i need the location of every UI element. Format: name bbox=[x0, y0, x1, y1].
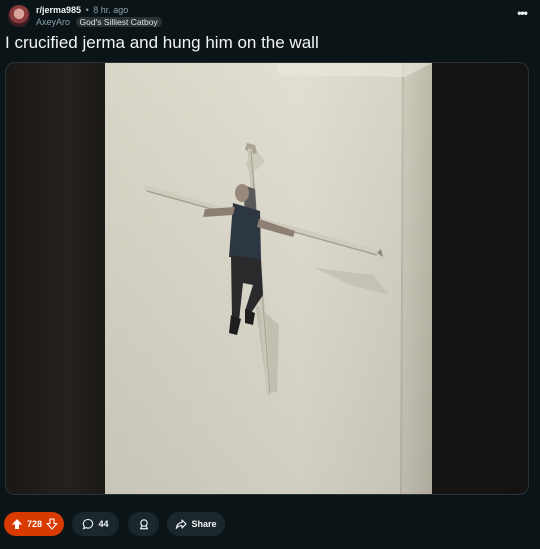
crucifix-photo bbox=[105, 63, 432, 494]
comment-bubble-icon bbox=[82, 518, 94, 530]
post-meta-top: r/jerma985 • 8 hr. ago bbox=[36, 5, 128, 16]
award-icon bbox=[138, 518, 150, 530]
upvote-count: 728 bbox=[27, 519, 43, 529]
author-username[interactable]: AxeyAro bbox=[36, 17, 70, 27]
subreddit-avatar[interactable] bbox=[8, 5, 30, 27]
award-button[interactable] bbox=[128, 512, 159, 536]
share-button[interactable]: Share bbox=[167, 512, 225, 536]
more-options-icon[interactable]: ••• bbox=[514, 7, 530, 23]
post-title[interactable]: I crucified jerma and hung him on the wa… bbox=[5, 33, 319, 53]
post-media[interactable] bbox=[5, 62, 529, 495]
post-time: 8 hr. ago bbox=[93, 5, 129, 15]
downvote-arrow-icon[interactable] bbox=[46, 518, 58, 530]
share-label: Share bbox=[191, 519, 217, 529]
user-flair: God's Silliest Catboy bbox=[75, 17, 162, 27]
subreddit-link[interactable]: r/jerma985 bbox=[36, 5, 81, 15]
post-action-bar: 728 44 Share bbox=[4, 512, 536, 536]
comments-button[interactable]: 44 bbox=[72, 512, 119, 536]
meta-separator: • bbox=[85, 5, 89, 15]
vote-control: 728 bbox=[4, 512, 64, 536]
comment-count: 44 bbox=[98, 519, 109, 529]
post-image[interactable] bbox=[105, 63, 432, 494]
post-meta-bottom: AxeyAro God's Silliest Catboy bbox=[36, 17, 162, 28]
post-header: r/jerma985 • 8 hr. ago AxeyAro God's Sil… bbox=[4, 3, 536, 29]
share-arrow-icon bbox=[175, 518, 188, 530]
upvote-arrow-icon[interactable] bbox=[11, 518, 23, 530]
